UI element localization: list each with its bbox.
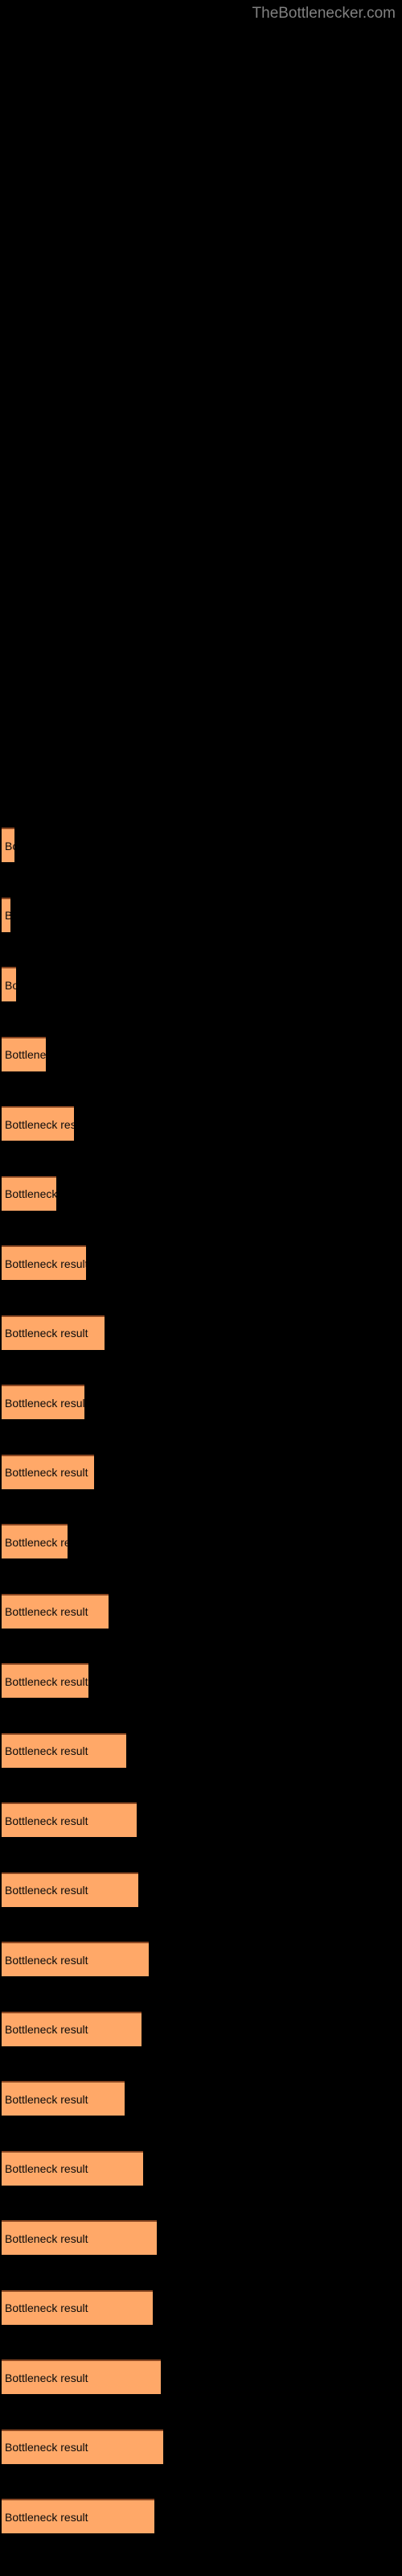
chart-bar-label: Bottleneck result [5,1814,88,1827]
chart-bar: Bottleneck result [2,1175,56,1211]
chart-bar-label: Bottleneck result [5,1117,74,1131]
bar-row: Bottleneck result [0,1663,402,1699]
chart-bar: Bottleneck result [2,2359,161,2394]
bar-row: Bottleneck result [0,2499,402,2534]
chart-bar: Bottleneck result [2,1872,138,1907]
bar-row: Bottleneck result [0,1385,402,1420]
chart-bar-label: Bottleneck result [5,2092,88,2106]
chart-bar-label: Bottleneck result [5,1327,88,1340]
chart-bar: Bottleneck result [2,1663,88,1698]
bar-row: Bottleneck result [0,2011,402,2047]
chart-bar-label: Bottleneck result [5,2510,88,2524]
bar-row: Bottleneck result [0,1106,402,1141]
chart-bar: Bottleneck result [2,2220,157,2255]
chart-bar: Bottleneck result [2,828,14,862]
bar-row: Bottleneck result [0,1245,402,1281]
chart-bar: Bottleneck result [2,2011,142,2046]
chart-bar: Bottleneck result [2,1524,68,1558]
chart-bar-label: Bottleneck result [5,2301,88,2314]
bar-row: Bottleneck result [0,1175,402,1212]
bar-row: Bottleneck result [0,1454,402,1490]
bar-row: Bottleneck result [0,2289,402,2326]
chart-bar-label: Bottleneck result [5,1674,88,1688]
chart-bar: Bottleneck result [2,1942,149,1976]
bar-row: Bottleneck result [0,1942,402,1977]
bar-row: Bottleneck result [0,1593,402,1629]
chart-bar-label: Bottleneck result [5,1396,84,1410]
chart-bar-label: Bottleneck result [5,978,16,992]
bar-row: Bottleneck result [0,1872,402,1908]
chart-bar: Bottleneck result [2,1732,126,1768]
bar-row: Bottleneck result [0,2150,402,2186]
chart-bar: Bottleneck result [2,1036,46,1071]
chart-bar: Bottleneck result [2,2081,125,2116]
chart-bar: Bottleneck result [2,1106,74,1141]
chart-bar: Bottleneck result [2,1593,109,1629]
chart-bar-label: Bottleneck result [5,839,14,852]
bar-row: Bottleneck result [0,2429,402,2465]
bar-row: Bottleneck result [0,897,402,933]
chart-bar: Bottleneck result [2,1245,86,1280]
bar-row: Bottleneck result [0,2220,402,2256]
chart-bar: Bottleneck result [2,897,10,932]
chart-bar: Bottleneck result [2,1315,105,1350]
page-root: TheBottlenecker.com Bottleneck resultBot… [0,0,402,2576]
bar-row: Bottleneck result [0,2359,402,2395]
bar-row: Bottleneck result [0,2081,402,2116]
chart-bar-label: Bottleneck result [5,1187,56,1200]
chart-bar-label: Bottleneck result [5,1535,68,1549]
chart-bar-label: Bottleneck result [5,1884,88,1897]
chart-bar-label: Bottleneck result [5,1257,86,1270]
bar-row: Bottleneck result [0,1036,402,1072]
chart-bar-label: Bottleneck result [5,1744,88,1757]
chart-bar-label: Bottleneck result [5,2231,88,2245]
bar-row: Bottleneck result [0,828,402,863]
bar-row: Bottleneck result [0,1524,402,1559]
chart-bar: Bottleneck result [2,967,16,1001]
bar-row: Bottleneck result [0,1315,402,1351]
chart-bar: Bottleneck result [2,1385,84,1419]
chart-bar-label: Bottleneck result [5,1466,88,1479]
chart-bar: Bottleneck result [2,2429,163,2464]
chart-bar-label: Bottleneck result [5,1953,88,1967]
chart-bar-label: Bottleneck result [5,2371,88,2384]
bar-row: Bottleneck result [0,967,402,1002]
chart-bar: Bottleneck result [2,2499,154,2533]
chart-bar-label: Bottleneck result [5,2023,88,2036]
bar-chart-plot-area: Bottleneck result Bottleneck result Bottle… [0,0,402,2576]
bar-row: Bottleneck result [0,1732,402,1769]
chart-bar: Bottleneck result [2,2150,143,2186]
bar-row: Bottleneck result [0,1802,402,1838]
chart-bar-label: Bottleneck result [5,2162,88,2175]
chart-bar: Bottleneck result [2,1802,137,1837]
chart-bar-label: Bottleneck result [5,2441,88,2454]
chart-bar-label: Bottleneck result [5,1048,46,1061]
chart-bar: Bottleneck result [2,2289,153,2325]
chart-bar-label: Bottleneck result [5,1605,88,1618]
chart-bar: Bottleneck result [2,1454,94,1489]
chart-bar-label: Bottleneck result [5,909,10,922]
